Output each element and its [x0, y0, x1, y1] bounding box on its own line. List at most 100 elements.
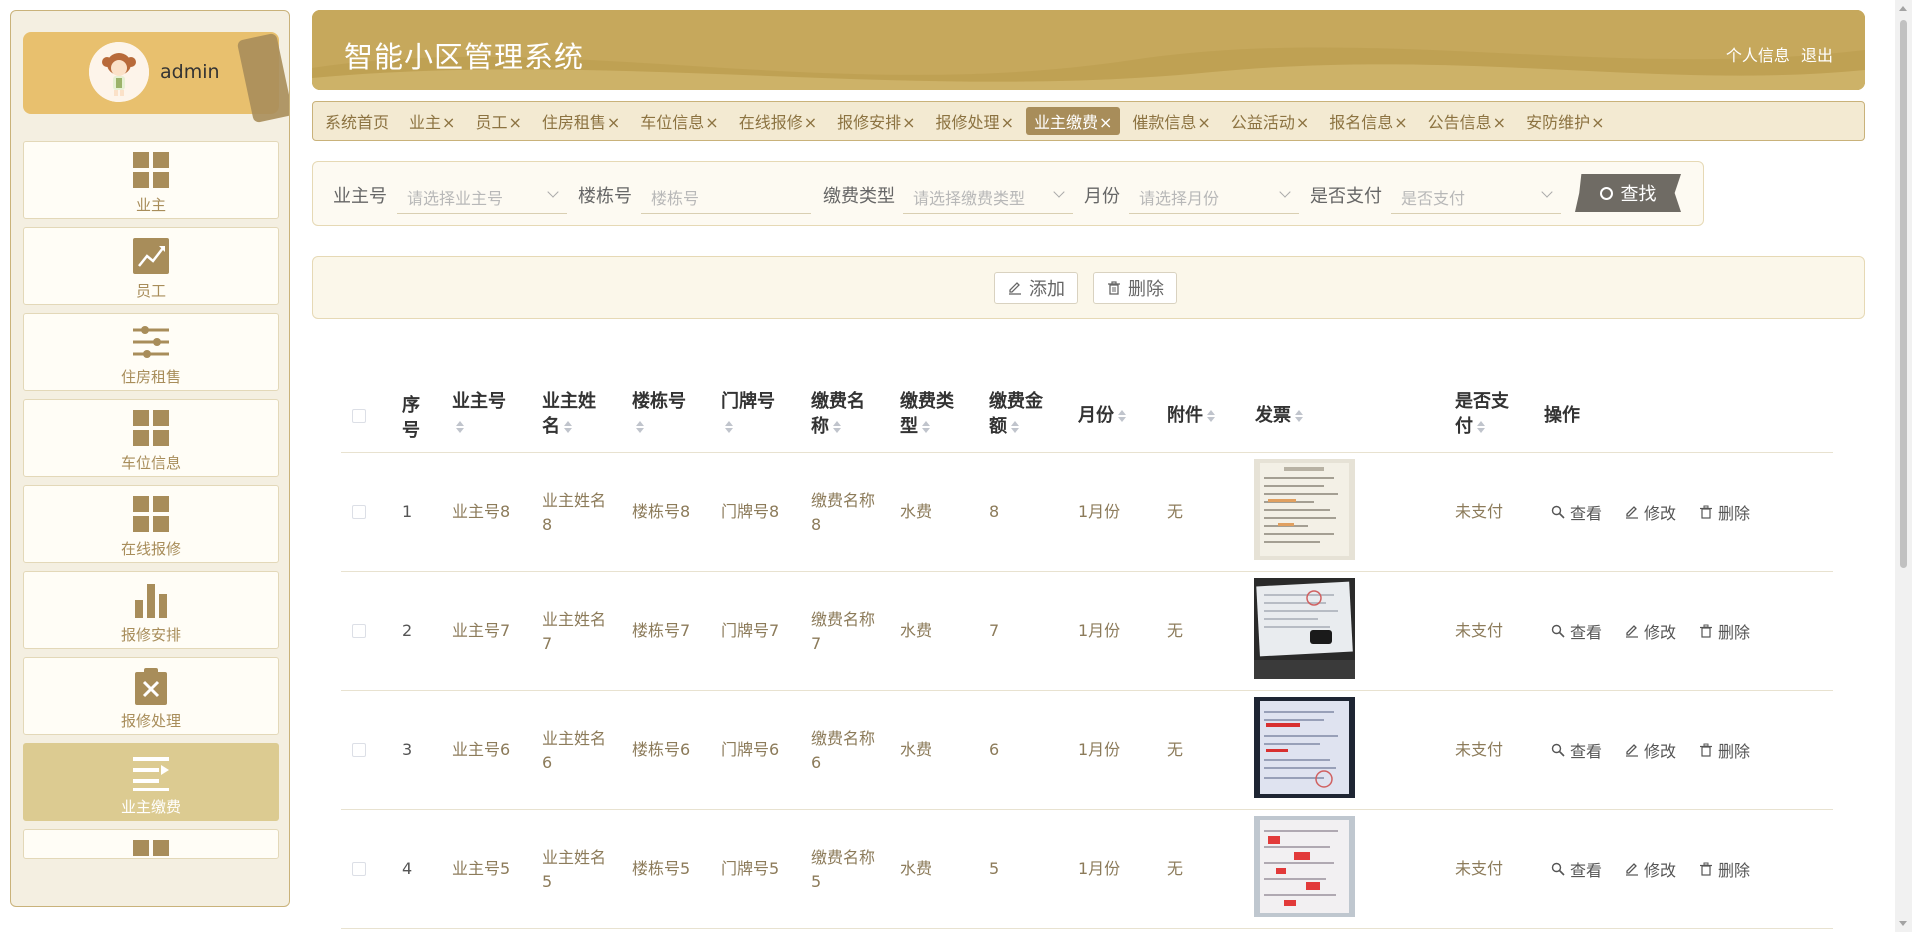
- fee-type-placeholder: 请选择缴费类型: [913, 189, 1026, 208]
- search-button[interactable]: 查找: [1575, 174, 1681, 212]
- select-all-checkbox[interactable]: [352, 409, 366, 423]
- tab-9[interactable]: 业主缴费×: [1025, 107, 1121, 135]
- view-button[interactable]: 查看: [1551, 619, 1602, 643]
- tab-3[interactable]: 员工×: [475, 109, 521, 133]
- table-row[interactable]: 1 业主号8 业主姓名8 楼栋号8 门牌号8 缴费名称8 水费 8 1月份 无 未支付 查看 修改 删除: [341, 453, 1833, 572]
- tab-6[interactable]: 在线报修×: [739, 109, 817, 133]
- tab-8[interactable]: 报修处理×: [936, 109, 1014, 133]
- sort-icon[interactable]: [922, 421, 930, 433]
- close-icon[interactable]: ×: [1591, 113, 1604, 132]
- avatar[interactable]: [89, 42, 149, 102]
- sidebar-item-next[interactable]: [23, 829, 279, 859]
- scroll-thumb[interactable]: [1900, 20, 1907, 568]
- col-owner-no[interactable]: 业主号: [452, 389, 506, 439]
- sidebar-item-4[interactable]: 车位信息: [23, 399, 279, 477]
- sidebar-item-3[interactable]: 住房租售: [23, 313, 279, 391]
- sort-icon[interactable]: [725, 421, 733, 433]
- col-paid[interactable]: 是否支付: [1455, 389, 1515, 439]
- col-month[interactable]: 月份: [1078, 403, 1126, 428]
- close-icon[interactable]: ×: [1001, 113, 1014, 132]
- invoice-thumbnail[interactable]: [1254, 459, 1355, 560]
- delete-button[interactable]: 删除: [1699, 738, 1750, 762]
- col-door[interactable]: 门牌号: [721, 389, 775, 439]
- view-button[interactable]: 查看: [1551, 500, 1602, 524]
- delete-button[interactable]: 删除: [1699, 500, 1750, 524]
- sort-icon[interactable]: [1295, 410, 1303, 422]
- col-owner-name[interactable]: 业主姓名: [542, 389, 602, 439]
- col-amount[interactable]: 缴费金额: [989, 389, 1049, 439]
- view-button[interactable]: 查看: [1551, 738, 1602, 762]
- edit-button[interactable]: 修改: [1625, 857, 1676, 881]
- invoice-thumbnail[interactable]: [1254, 697, 1355, 798]
- close-icon[interactable]: ×: [442, 113, 455, 132]
- close-icon[interactable]: ×: [1099, 113, 1112, 132]
- row-checkbox[interactable]: [352, 505, 366, 519]
- edit-button[interactable]: 修改: [1625, 619, 1676, 643]
- scroll-down-arrow-icon[interactable]: [1899, 921, 1907, 926]
- close-icon[interactable]: ×: [607, 113, 620, 132]
- sidebar-item-6[interactable]: 报修安排: [23, 571, 279, 649]
- sort-icon[interactable]: [564, 421, 572, 433]
- delete-button[interactable]: 删除: [1699, 619, 1750, 643]
- close-icon[interactable]: ×: [1394, 113, 1407, 132]
- owner-no-select[interactable]: 请选择业主号: [397, 176, 567, 214]
- close-icon[interactable]: ×: [705, 113, 718, 132]
- fee-type-select[interactable]: 请选择缴费类型: [903, 176, 1073, 214]
- paid-select[interactable]: 是否支付: [1391, 176, 1561, 214]
- tab-11[interactable]: 公益活动×: [1231, 109, 1309, 133]
- profile-link[interactable]: 个人信息: [1726, 46, 1790, 65]
- close-icon[interactable]: ×: [508, 113, 521, 132]
- tab-2[interactable]: 业主×: [409, 109, 455, 133]
- tab-1[interactable]: 系统首页: [325, 109, 389, 133]
- sidebar-item-5[interactable]: 在线报修: [23, 485, 279, 563]
- row-checkbox[interactable]: [352, 624, 366, 638]
- invoice-thumbnail[interactable]: [1254, 816, 1355, 917]
- invoice-thumbnail[interactable]: [1254, 578, 1355, 679]
- table-row[interactable]: 4 业主号5 业主姓名5 楼栋号5 门牌号5 缴费名称5 水费 5 1月份 无 未支付 查看 修改 删除: [341, 810, 1833, 929]
- bulk-delete-button[interactable]: 删除: [1093, 272, 1177, 304]
- sort-icon[interactable]: [456, 421, 464, 433]
- page-scrollbar[interactable]: [1895, 0, 1912, 932]
- sidebar-item-7[interactable]: 报修处理: [23, 657, 279, 735]
- close-icon[interactable]: ×: [1296, 113, 1309, 132]
- close-icon[interactable]: ×: [902, 113, 915, 132]
- tab-5[interactable]: 车位信息×: [640, 109, 718, 133]
- tab-13[interactable]: 公告信息×: [1428, 109, 1506, 133]
- sort-icon[interactable]: [833, 421, 841, 433]
- sort-icon[interactable]: [1207, 410, 1215, 422]
- add-button[interactable]: 添加: [994, 272, 1078, 304]
- col-building[interactable]: 楼栋号: [632, 389, 686, 439]
- col-attachment[interactable]: 附件: [1167, 403, 1215, 428]
- sidebar-item-8[interactable]: 业主缴费: [23, 743, 279, 821]
- view-button[interactable]: 查看: [1551, 857, 1602, 881]
- row-checkbox[interactable]: [352, 743, 366, 757]
- col-fee-type[interactable]: 缴费类型: [900, 389, 960, 439]
- close-icon[interactable]: ×: [1197, 113, 1210, 132]
- close-icon[interactable]: ×: [1493, 113, 1506, 132]
- delete-label: 删除: [1718, 861, 1751, 880]
- tab-14[interactable]: 安防维护×: [1526, 109, 1604, 133]
- sort-icon[interactable]: [1011, 421, 1019, 433]
- tab-12[interactable]: 报名信息×: [1329, 109, 1407, 133]
- table-row[interactable]: 2 业主号7 业主姓名7 楼栋号7 门牌号7 缴费名称7 水费 7 1月份 无 未支付 查看 修改 删除: [341, 572, 1833, 691]
- sort-icon[interactable]: [1118, 410, 1126, 422]
- close-icon[interactable]: ×: [804, 113, 817, 132]
- month-select[interactable]: 请选择月份: [1129, 176, 1299, 214]
- sidebar-item-2[interactable]: 员工: [23, 227, 279, 305]
- logout-link[interactable]: 退出: [1801, 46, 1833, 65]
- edit-button[interactable]: 修改: [1625, 500, 1676, 524]
- col-invoice[interactable]: 发票: [1255, 403, 1303, 428]
- tab-4[interactable]: 住房租售×: [542, 109, 620, 133]
- col-fee-name[interactable]: 缴费名称: [811, 389, 871, 439]
- scroll-up-arrow-icon[interactable]: [1899, 6, 1907, 11]
- sort-icon[interactable]: [636, 421, 644, 433]
- edit-button[interactable]: 修改: [1625, 738, 1676, 762]
- sort-icon[interactable]: [1477, 421, 1485, 433]
- building-input[interactable]: 楼栋号: [641, 176, 811, 214]
- tab-10[interactable]: 催款信息×: [1132, 109, 1210, 133]
- row-checkbox[interactable]: [352, 862, 366, 876]
- delete-button[interactable]: 删除: [1699, 857, 1750, 881]
- sidebar-item-1[interactable]: 业主: [23, 141, 279, 219]
- tab-7[interactable]: 报修安排×: [837, 109, 915, 133]
- table-row[interactable]: 3 业主号6 业主姓名6 楼栋号6 门牌号6 缴费名称6 水费 6 1月份 无 未支付 查看 修改 删除: [341, 691, 1833, 810]
